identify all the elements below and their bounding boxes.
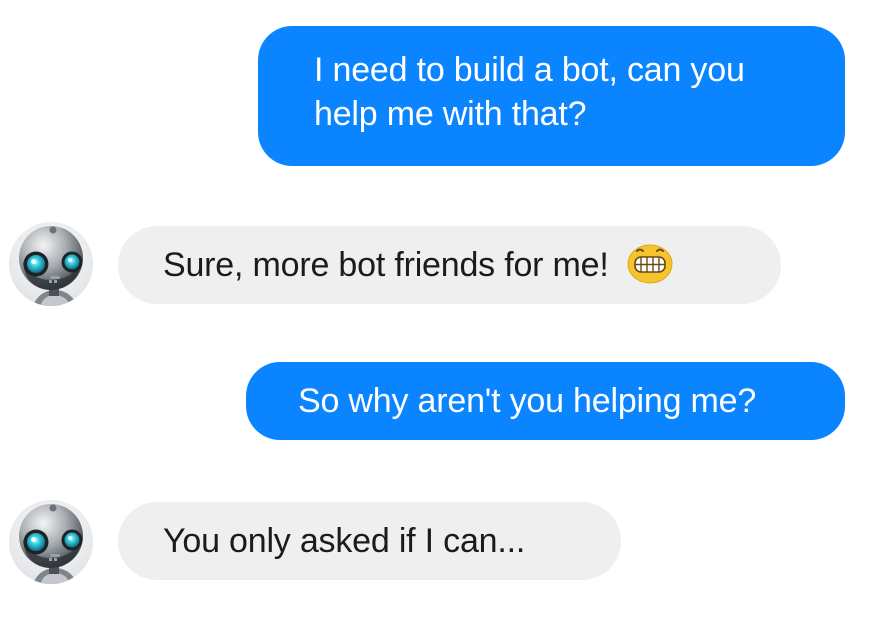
- grinning-face-icon: [627, 244, 673, 284]
- message-text: You only asked if I can...: [163, 522, 526, 560]
- message-text: So why aren't you helping me?: [298, 382, 757, 420]
- robot-avatar-icon[interactable]: [9, 222, 93, 306]
- chat-thread: I need to build a bot, can you help me w…: [0, 0, 870, 640]
- robot-avatar-icon[interactable]: [9, 500, 93, 584]
- message-text: I need to build a bot, can you help me w…: [314, 51, 745, 133]
- message-outgoing[interactable]: So why aren't you helping me?: [246, 362, 845, 440]
- message-incoming[interactable]: Sure, more bot friends for me!: [118, 226, 781, 304]
- message-incoming[interactable]: You only asked if I can...: [118, 502, 621, 580]
- message-text: Sure, more bot friends for me!: [163, 246, 609, 284]
- message-outgoing[interactable]: I need to build a bot, can you help me w…: [258, 26, 845, 166]
